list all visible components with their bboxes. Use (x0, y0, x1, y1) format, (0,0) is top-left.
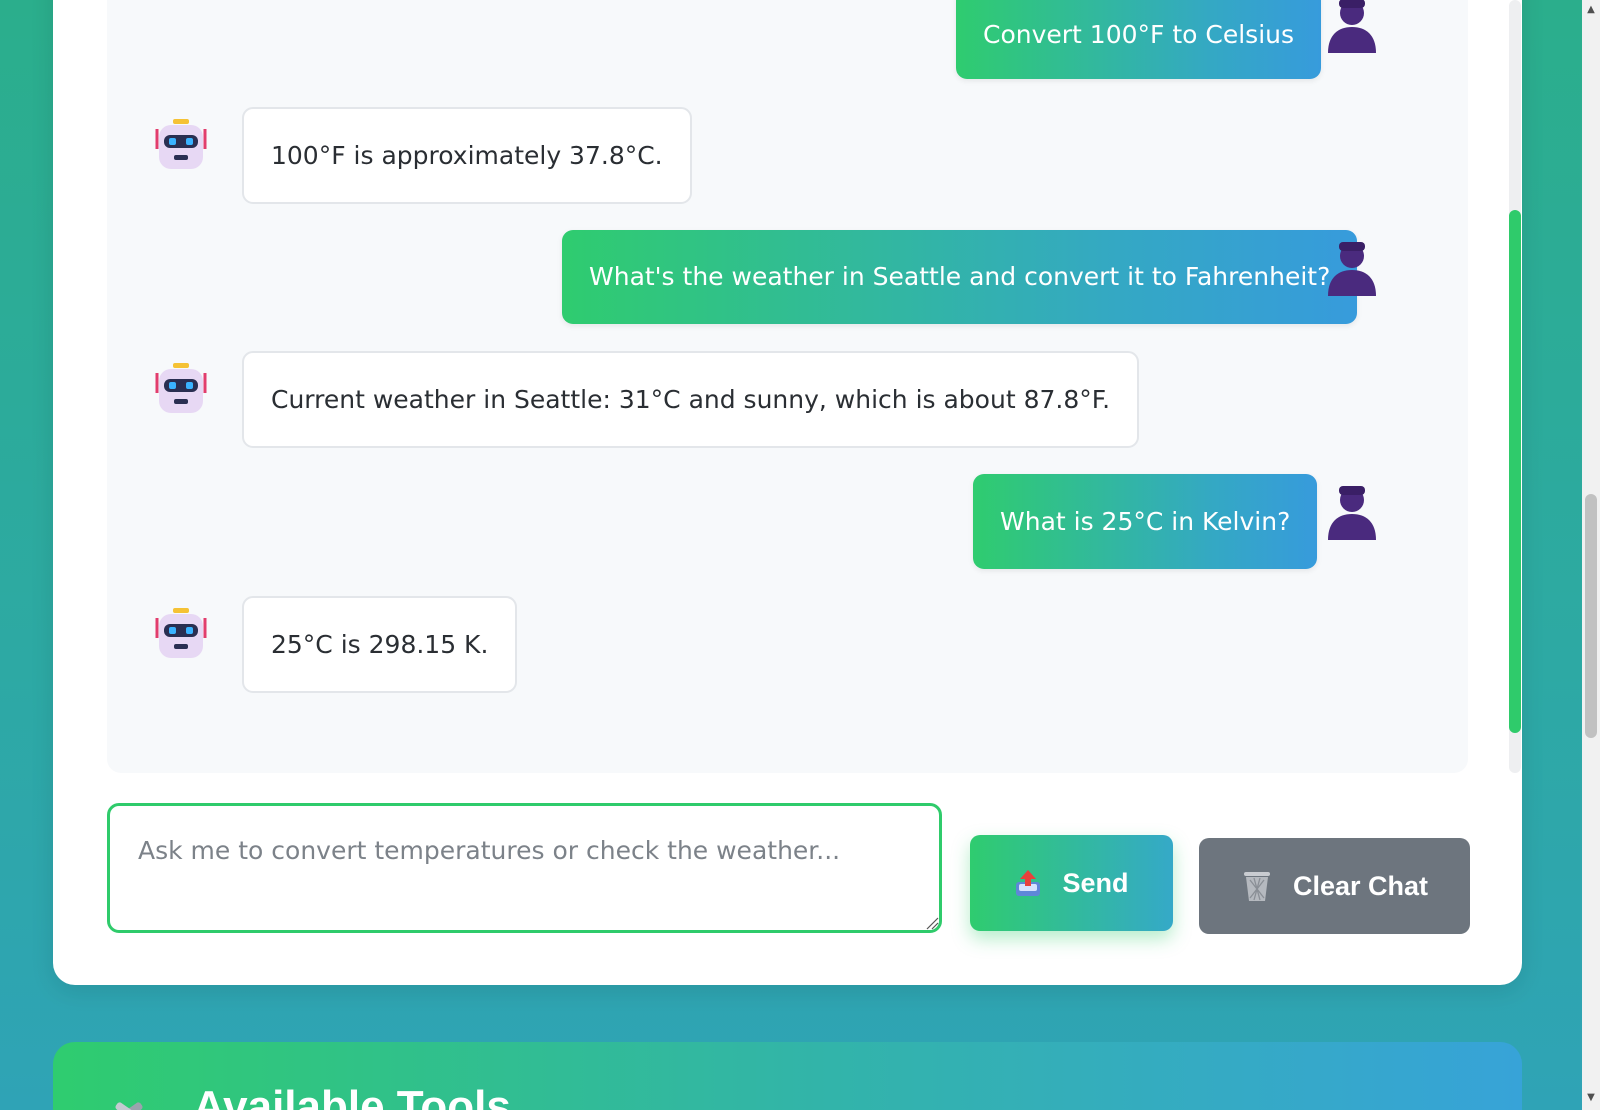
bot-message: Current weather in Seattle: 31°C and sun… (242, 351, 1140, 448)
wastebasket-icon (1243, 872, 1270, 901)
bot-message-text: 100°F is approximately 37.8°C. (271, 140, 663, 170)
chat-card: Convert 100°F to Celsius 100°F is approx… (53, 0, 1522, 985)
chat-scrollbar-thumb[interactable] (1509, 210, 1521, 733)
clear-chat-button-label: Clear Chat (1292, 870, 1429, 901)
user-avatar-icon (1328, 486, 1376, 540)
scroll-up-arrow-icon[interactable]: ▲ (1585, 4, 1597, 16)
user-message: Convert 100°F to Celsius (956, 0, 1322, 79)
bot-message: 25°C is 298.15 K. (242, 596, 518, 693)
robot-avatar-icon (155, 363, 207, 413)
page-viewport: Convert 100°F to Celsius 100°F is approx… (0, 0, 1582, 1110)
robot-avatar-icon (155, 119, 207, 169)
user-message-text: What's the weather in Seattle and conver… (589, 262, 1331, 291)
message-input[interactable] (107, 803, 942, 933)
clear-chat-button[interactable]: Clear Chat (1199, 838, 1470, 934)
page-scrollbar[interactable]: ▲ ▼ (1582, 0, 1600, 1110)
user-avatar-icon (1328, 0, 1376, 53)
user-message: What's the weather in Seattle and conver… (562, 230, 1358, 324)
chat-messages-area[interactable]: Convert 100°F to Celsius 100°F is approx… (107, 0, 1521, 773)
available-tools-panel: Available Tools (53, 1042, 1522, 1110)
chat-scrollbar[interactable] (1509, 0, 1521, 773)
tools-title: Available Tools (193, 1082, 511, 1110)
send-button-label: Send (1062, 867, 1129, 898)
page-scrollbar-thumb[interactable] (1585, 494, 1597, 738)
user-avatar-icon (1328, 242, 1376, 296)
scroll-down-arrow-icon[interactable]: ▼ (1585, 1092, 1597, 1104)
user-message-text: What is 25°C in Kelvin? (1000, 506, 1291, 536)
bot-message-text: Current weather in Seattle: 31°C and sun… (271, 384, 1111, 414)
user-message: What is 25°C in Kelvin? (973, 474, 1318, 569)
send-button[interactable]: Send (970, 835, 1173, 931)
bot-message-text: 25°C is 298.15 K. (271, 629, 489, 659)
outbox-tray-icon (1016, 870, 1041, 896)
user-message-text: Convert 100°F to Celsius (983, 19, 1295, 49)
bot-message: 100°F is approximately 37.8°C. (242, 107, 692, 204)
tools-icon (107, 1102, 151, 1110)
robot-avatar-icon (155, 608, 207, 658)
resize-handle-icon[interactable] (925, 916, 939, 930)
